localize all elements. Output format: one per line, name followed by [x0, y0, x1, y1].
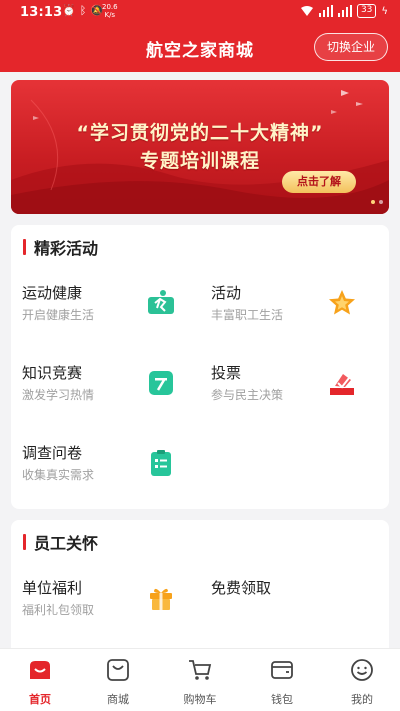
item-desc: 参与民主决策 — [211, 388, 284, 402]
item-name: 知识竞赛 — [22, 364, 83, 382]
star-icon — [329, 290, 355, 315]
status-time: 13:13 — [20, 5, 63, 20]
item-desc: 开启健康生活 — [22, 308, 95, 322]
item-desc: 收集真实需求 — [22, 468, 95, 482]
gift-icon — [150, 588, 172, 610]
home-icon — [30, 661, 50, 679]
network-speed: 20.6 K/s — [102, 3, 118, 19]
tab-wallet[interactable]: 钱包 — [252, 657, 312, 707]
activity-vote[interactable]: 投票 参与民主决策 — [211, 362, 391, 422]
vote-icon — [330, 374, 354, 395]
tab-label: 购物车 — [183, 693, 217, 706]
tab-profile[interactable]: 我的 — [332, 657, 392, 707]
activity-events[interactable]: 活动 丰富职工生活 — [211, 282, 391, 342]
activities-card: 精彩活动 运动健康 开启健康生活 活动 丰富职工生活 知识竞赛 激发学习热情 投… — [11, 225, 389, 509]
item-desc: 激发学习热情 — [22, 388, 95, 402]
bottom-tab-bar: 首页 商城 购物车 钱包 我的 — [0, 648, 400, 711]
tab-label: 商城 — [107, 693, 129, 706]
section-header: 员工关怀 — [23, 532, 99, 553]
employee-care-card: 员工关怀 单位福利 福利礼包领取 免费领取 — [11, 520, 389, 660]
section-accent-bar — [23, 239, 26, 255]
section-title: 员工关怀 — [34, 534, 99, 553]
item-desc: 福利礼包领取 — [22, 603, 95, 617]
item-name: 活动 — [211, 284, 242, 302]
shop-icon — [107, 659, 129, 681]
tab-label: 钱包 — [271, 693, 293, 706]
app-header: 13:13 ⏰ ᛒ 🔕 20.6 K/s 33 ϟ 航空之家商城 切换企业 — [0, 0, 400, 72]
item-name: 单位福利 — [22, 579, 83, 597]
promo-banner[interactable]: “学习贯彻党的二十大精神” 专题培训课程 — [11, 80, 389, 214]
bluetooth-icon: ᛒ — [79, 4, 87, 17]
activity-sports-health[interactable]: 运动健康 开启健康生活 — [22, 282, 202, 342]
charging-icon: ϟ — [381, 5, 388, 17]
wallet-icon — [271, 661, 293, 679]
switch-company-button[interactable]: 切换企业 — [314, 33, 388, 61]
status-bar: 13:13 ⏰ ᛒ 🔕 20.6 K/s 33 ϟ — [0, 0, 400, 24]
care-free-claim[interactable]: 免费领取 — [211, 577, 391, 637]
tab-label: 首页 — [29, 693, 51, 706]
tab-shop[interactable]: 商城 — [88, 657, 148, 707]
profile-icon — [351, 659, 373, 681]
cart-icon — [189, 660, 212, 680]
status-icons: ⏰ ᛒ 🔕 — [62, 4, 104, 18]
banner-learn-more-button[interactable]: 点击了解 — [282, 171, 356, 193]
survey-icon — [151, 450, 171, 476]
signal-icon-2 — [337, 5, 352, 17]
battery-level: 33 — [356, 4, 377, 18]
run-icon — [148, 290, 174, 314]
item-desc: 丰富职工生活 — [211, 308, 284, 322]
care-unit-welfare[interactable]: 单位福利 福利礼包领取 — [22, 577, 202, 637]
quiz-icon — [149, 371, 173, 395]
item-name: 调查问卷 — [22, 444, 83, 462]
wifi-icon — [300, 6, 313, 16]
section-title: 精彩活动 — [34, 239, 99, 258]
banner-subheadline: 专题培训课程 — [139, 150, 260, 172]
banner-headline: “学习贯彻党的二十大精神” — [76, 122, 324, 144]
alarm-icon: ⏰ — [62, 4, 76, 17]
status-right: 33 ϟ — [300, 4, 388, 18]
item-name: 免费领取 — [211, 579, 272, 597]
activity-knowledge-quiz[interactable]: 知识竞赛 激发学习热情 — [22, 362, 202, 422]
tab-cart[interactable]: 购物车 — [170, 657, 230, 707]
item-name: 投票 — [211, 364, 242, 382]
section-header: 精彩活动 — [23, 237, 99, 258]
item-name: 运动健康 — [22, 284, 83, 302]
section-accent-bar — [23, 534, 26, 550]
tab-label: 我的 — [351, 693, 373, 706]
tab-home[interactable]: 首页 — [10, 657, 70, 707]
activity-survey[interactable]: 调查问卷 收集真实需求 — [22, 442, 202, 502]
signal-icon — [318, 5, 333, 17]
